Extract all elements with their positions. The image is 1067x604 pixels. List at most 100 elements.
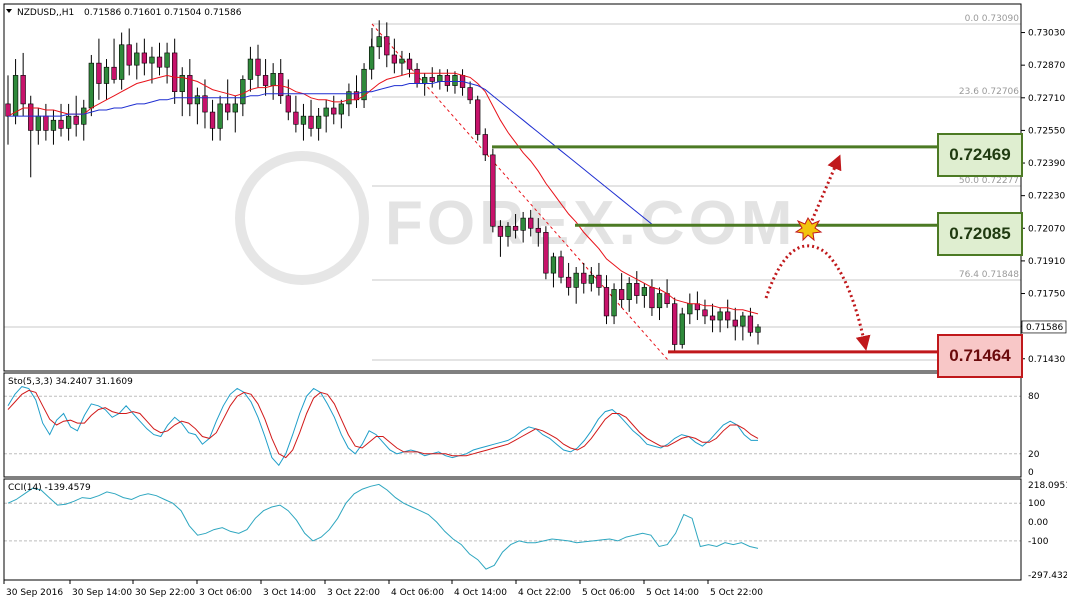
- candle-body: [520, 217, 526, 231]
- candle-body: [73, 115, 79, 125]
- candle-body: [12, 75, 19, 117]
- price-tick-label: 0.72070: [1028, 224, 1065, 234]
- candle-body: [725, 311, 731, 321]
- time-tick-label: 30 Sep 14:00: [72, 588, 132, 598]
- candle-body: [565, 276, 572, 288]
- candle-body: [505, 225, 511, 237]
- price-tick-label: 0.71750: [1028, 290, 1065, 300]
- cci-label: CCI(14) -139.4579: [8, 483, 91, 493]
- candle-body: [164, 52, 170, 68]
- candle-body: [755, 326, 761, 333]
- candle-body: [240, 79, 246, 105]
- time-tick-label: 30 Sep 2016: [6, 588, 63, 598]
- chart-svg: FOREX.COM 0.0 0.73090 23.6 0.72706 50.0 0.…: [0, 0, 1067, 604]
- candle-body: [626, 283, 632, 300]
- candle-body: [149, 56, 155, 64]
- candle-body: [103, 66, 110, 84]
- candle-body: [225, 103, 231, 113]
- candle-body: [126, 44, 132, 66]
- candle-body: [497, 225, 504, 237]
- candle-body: [315, 115, 322, 129]
- candle-body: [111, 66, 117, 80]
- stoch-axis-label: 20: [1028, 450, 1040, 460]
- candle-body: [702, 309, 708, 317]
- candle-body: [209, 111, 216, 129]
- callout-resistance: 0.72469: [937, 133, 1023, 177]
- candle-body: [278, 73, 284, 97]
- candle-body: [88, 62, 94, 109]
- time-tick-label: 5 Oct 06:00: [582, 588, 635, 598]
- candle-body: [679, 313, 685, 345]
- candle-body: [490, 154, 496, 227]
- candle-body: [747, 315, 754, 333]
- time-tick-label: 30 Sep 22:00: [135, 588, 195, 598]
- price-tick-label: 0.71910: [1028, 257, 1065, 267]
- candle-body: [611, 289, 617, 317]
- candle-body: [118, 44, 125, 80]
- price-tick-label: 0.72870: [1028, 61, 1065, 71]
- candle-body: [43, 115, 49, 131]
- price-tick-label: 0.72390: [1028, 159, 1065, 169]
- candle-body: [641, 287, 648, 296]
- stoch-label: Sto(5,3,3) 34.2407 31.1609: [8, 377, 133, 387]
- cci-axis-label: 218.0951: [1028, 481, 1067, 491]
- cci-axis-label: -100: [1028, 537, 1049, 547]
- fib-level-label: 23.6 0.72706: [959, 87, 1019, 97]
- candle-body: [406, 58, 413, 70]
- candle-body: [338, 103, 344, 115]
- candle-body: [58, 119, 64, 129]
- cci-axis-label: -297.4323: [1028, 571, 1067, 581]
- cci-axis-label: 100: [1028, 499, 1045, 509]
- candle-body: [573, 272, 579, 288]
- candle-body: [20, 75, 26, 105]
- candle-body: [285, 95, 291, 113]
- candle-body: [452, 75, 458, 86]
- candle-body: [391, 54, 398, 64]
- callout-pivot: 0.72085: [937, 212, 1023, 256]
- candle-body: [414, 68, 420, 84]
- candle-body: [649, 287, 655, 309]
- candle-body: [618, 289, 625, 300]
- callout-support: 0.71464: [937, 334, 1023, 378]
- watermark-text: FOREX.COM: [385, 189, 796, 258]
- candle-body: [550, 256, 557, 274]
- candle-body: [376, 36, 382, 48]
- symbol-label: NZDUSD,,H1: [17, 8, 74, 18]
- candle-body: [194, 95, 201, 105]
- current-price-label: 0.71586: [1026, 323, 1063, 333]
- candle-body: [255, 58, 261, 76]
- time-tick-label: 5 Oct 22:00: [710, 588, 763, 598]
- ohlc-label: 0.71586 0.71601 0.71504 0.71586: [84, 8, 242, 18]
- candle-body: [5, 103, 11, 117]
- candle-body: [422, 77, 428, 84]
- fib-level-label: 76.4 0.71848: [959, 270, 1019, 280]
- time-tick-label: 4 Oct 22:00: [518, 588, 571, 598]
- price-tick-label: 0.72230: [1028, 192, 1065, 202]
- candle-body: [558, 256, 564, 278]
- candle-body: [709, 315, 716, 321]
- candle-body: [588, 274, 594, 284]
- fib-level-label: 50.0 0.72277: [959, 176, 1019, 186]
- candle-body: [35, 115, 41, 131]
- candle-body: [96, 62, 102, 84]
- candle-body: [156, 56, 163, 68]
- price-tick-label: 0.72550: [1028, 126, 1065, 136]
- candle-body: [467, 87, 473, 101]
- fib-level-label: 0.0 0.73090: [965, 14, 1020, 24]
- candle-body: [543, 232, 549, 274]
- time-tick-label: 3 Oct 06:00: [199, 588, 252, 598]
- candle-body: [656, 293, 663, 309]
- price-tick-label: 0.72710: [1028, 94, 1065, 104]
- candle-body: [603, 287, 610, 317]
- time-tick-label: 5 Oct 14:00: [646, 588, 699, 598]
- candle-body: [581, 272, 587, 284]
- time-tick-label: 3 Oct 14:00: [263, 588, 316, 598]
- candle-body: [232, 103, 238, 113]
- candle-body: [300, 115, 307, 125]
- candle-body: [740, 315, 746, 327]
- time-tick-label: 3 Oct 22:00: [327, 588, 380, 598]
- candle-body: [65, 115, 72, 129]
- time-tick-label: 4 Oct 14:00: [454, 588, 507, 598]
- candle-body: [384, 36, 390, 56]
- candle-body: [512, 225, 519, 231]
